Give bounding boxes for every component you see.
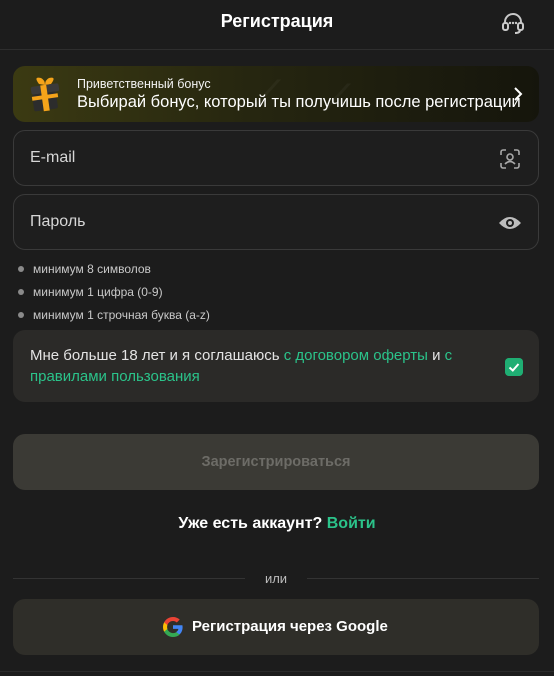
page-title: Регистрация bbox=[220, 11, 334, 31]
divider-text: или bbox=[245, 571, 307, 586]
bonus-text: Выбирай бонус, который ты получишь после… bbox=[77, 93, 521, 111]
google-button-label: Регистрация через Google bbox=[192, 618, 388, 635]
eye-icon[interactable] bbox=[498, 211, 522, 235]
offer-agreement-link[interactable]: с договором оферты bbox=[284, 347, 428, 364]
email-field[interactable]: E-mail bbox=[13, 130, 539, 186]
bullet bbox=[18, 265, 24, 272]
chevron-right-icon bbox=[514, 87, 523, 101]
login-link[interactable]: Войти bbox=[327, 515, 376, 532]
password-rule: минимум 1 цифра (0-9) bbox=[18, 285, 163, 299]
rule-text: минимум 1 цифра (0-9) bbox=[33, 285, 163, 299]
bullet bbox=[18, 288, 24, 295]
consent-middle: и bbox=[427, 347, 445, 364]
bonus-label: Приветственный бонус bbox=[77, 77, 211, 91]
consent-block: Мне больше 18 лет и я соглашаюсь с догов… bbox=[13, 330, 539, 402]
header: Регистрация bbox=[0, 0, 554, 50]
email-placeholder: E-mail bbox=[30, 149, 76, 166]
bullet bbox=[18, 311, 24, 318]
bottom-border bbox=[0, 671, 554, 672]
gift-icon bbox=[30, 77, 60, 112]
consent-checkbox[interactable] bbox=[505, 358, 523, 376]
contact-scan-icon bbox=[500, 149, 520, 169]
password-rule: минимум 8 символов bbox=[18, 262, 151, 276]
google-icon bbox=[163, 617, 183, 637]
headset-icon[interactable] bbox=[500, 10, 526, 36]
password-placeholder: Пароль bbox=[30, 213, 86, 230]
register-button[interactable]: Зарегистрироваться bbox=[13, 434, 539, 490]
login-question: Уже есть аккаунт? bbox=[178, 515, 323, 532]
google-register-button[interactable]: Регистрация через Google bbox=[13, 599, 539, 655]
password-field[interactable]: Пароль bbox=[13, 194, 539, 250]
rule-text: минимум 1 строчная буква (a-z) bbox=[33, 308, 210, 322]
welcome-bonus-banner[interactable]: ⁄ ⁄ Приветственный бонус Выбирай бонус, … bbox=[13, 66, 539, 122]
login-prompt: Уже есть аккаунт? Войти bbox=[0, 515, 554, 533]
consent-prefix: Мне больше 18 лет и я соглашаюсь bbox=[30, 347, 284, 364]
consent-text: Мне больше 18 лет и я соглашаюсь с догов… bbox=[30, 345, 500, 387]
password-rule: минимум 1 строчная буква (a-z) bbox=[18, 308, 210, 322]
rule-text: минимум 8 символов bbox=[33, 262, 151, 276]
